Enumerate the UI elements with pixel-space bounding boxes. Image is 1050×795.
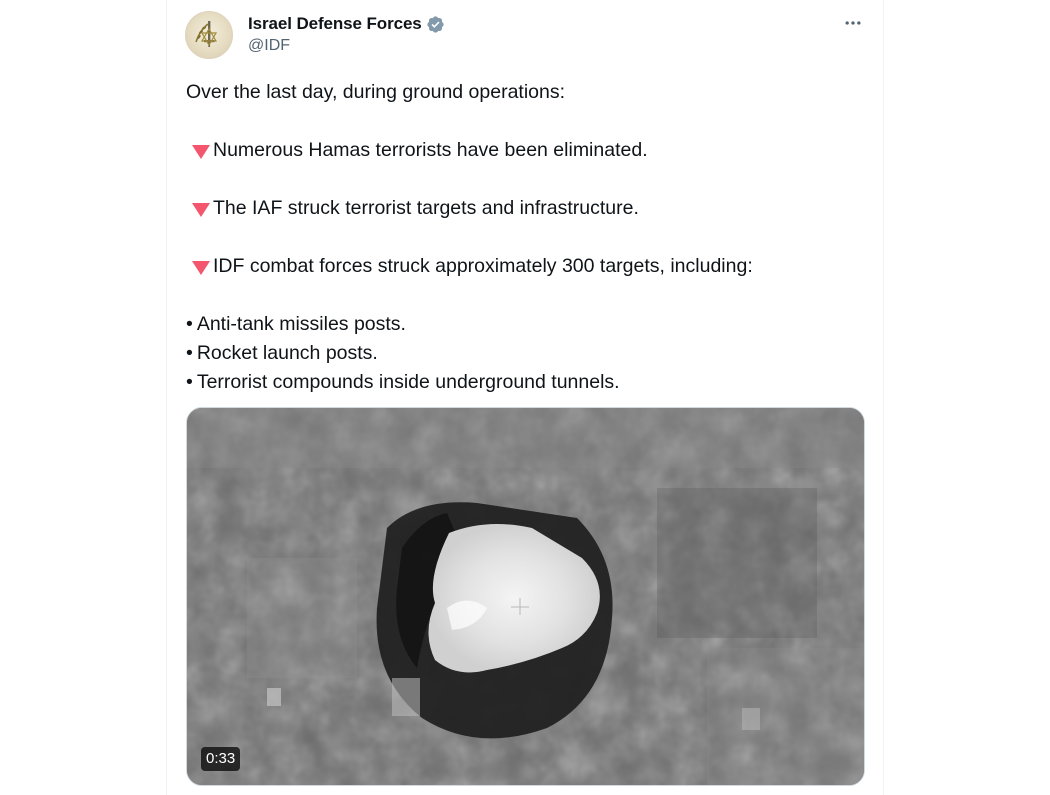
red-triangle-down-icon [192, 144, 210, 159]
bullet-char: • [186, 371, 193, 393]
tweet-point-text: The IAF struck terrorist targets and inf… [213, 197, 639, 219]
more-options-button[interactable] [839, 10, 867, 36]
tweet-bullet: • Rocket launch posts. [186, 339, 866, 368]
tweet-point: IDF combat forces struck approximately 3… [186, 252, 866, 281]
tweet-text: Over the last day, during ground operati… [186, 78, 866, 397]
video-duration-badge: 0:33 [201, 747, 241, 771]
tweet-point: Numerous Hamas terrorists have been elim… [186, 136, 866, 165]
tweet-card: Israel Defense Forces @IDF Over the last… [166, 0, 884, 795]
verified-badge-icon[interactable] [426, 15, 445, 34]
tweet-point: The IAF struck terrorist targets and inf… [186, 194, 866, 223]
author-avatar[interactable] [185, 11, 233, 59]
tweet-bullet: • Terrorist compounds inside underground… [186, 368, 866, 397]
tweet-point-text: Numerous Hamas terrorists have been elim… [213, 139, 648, 161]
tweet-bullet-text: Rocket launch posts. [196, 342, 378, 364]
tweet-point-text: IDF combat forces struck approximately 3… [213, 255, 753, 277]
tweet-bullet: • Anti-tank missiles posts. [186, 310, 866, 339]
bullet-char: • [186, 313, 193, 335]
idf-emblem-icon [195, 21, 218, 47]
red-triangle-down-icon [192, 202, 210, 217]
bullet-char: • [186, 342, 193, 364]
video-player[interactable]: 0:33 [186, 407, 865, 786]
more-options-icon [845, 21, 861, 25]
tweet-bullet-text: Terrorist compounds inside underground t… [196, 371, 620, 393]
video-thumbnail [187, 408, 864, 785]
author-handle[interactable]: @IDF [248, 37, 290, 55]
red-triangle-down-icon [192, 260, 210, 275]
author-name[interactable]: Israel Defense Forces [248, 14, 422, 34]
author-name-row: Israel Defense Forces [248, 12, 445, 36]
tweet-intro: Over the last day, during ground operati… [186, 81, 566, 103]
tweet-bullet-text: Anti-tank missiles posts. [196, 313, 406, 335]
